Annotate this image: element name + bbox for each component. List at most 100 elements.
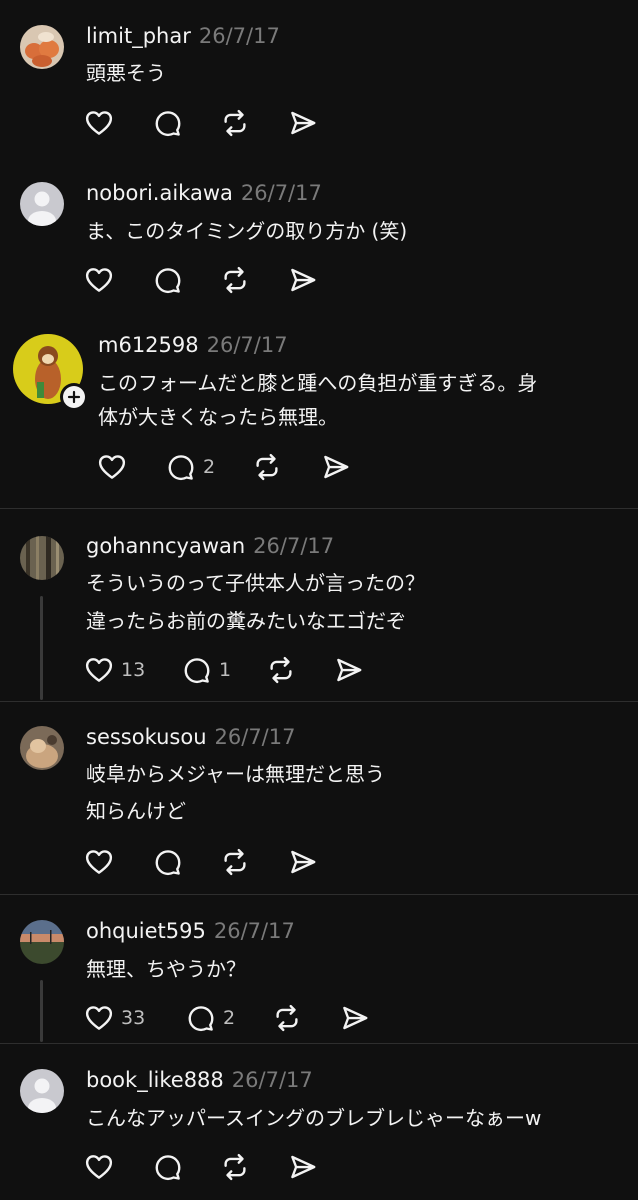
username[interactable]: nobori.aikawa (86, 181, 233, 205)
reply-button[interactable]: 1 (182, 655, 231, 685)
timestamp: 26/7/17 (231, 1068, 313, 1092)
timestamp: 26/7/17 (253, 534, 335, 558)
username[interactable]: gohanncyawan (86, 534, 245, 558)
timestamp: 26/7/17 (214, 725, 296, 749)
thread-line (40, 596, 43, 700)
reply-count: 1 (219, 659, 232, 681)
like-button[interactable] (84, 1152, 114, 1182)
repost-button[interactable] (220, 1152, 250, 1182)
avatar[interactable] (20, 182, 64, 226)
repost-icon (224, 1153, 246, 1181)
repost-icon (224, 266, 246, 294)
repost-button[interactable] (266, 655, 296, 685)
repost-icon (224, 848, 246, 876)
post-header: nobori.aikawa 26/7/17 (86, 179, 322, 207)
repost-icon (224, 109, 246, 137)
plus-icon (63, 386, 85, 408)
divider (0, 894, 638, 895)
username[interactable]: limit_phar (86, 24, 191, 48)
heart-icon (85, 1006, 113, 1030)
share-button[interactable] (288, 1152, 318, 1182)
reply-button[interactable] (153, 847, 183, 877)
like-button[interactable] (97, 452, 127, 482)
post-header: sessokusou 26/7/17 (86, 723, 295, 751)
post-text: 無理、ちやうか？ (86, 957, 246, 981)
comment-icon (184, 658, 210, 684)
post-header: limit_phar 26/7/17 (86, 22, 280, 50)
timestamp: 26/7/17 (206, 333, 288, 357)
like-button[interactable]: 13 (84, 655, 145, 685)
like-button[interactable] (84, 265, 114, 295)
avatar[interactable] (20, 25, 64, 69)
repost-icon (276, 1004, 298, 1032)
avatar[interactable] (20, 920, 64, 964)
like-count: 33 (121, 1007, 146, 1029)
post-header: m612598 26/7/17 (98, 331, 288, 359)
reply-button[interactable]: 2 (186, 1003, 235, 1033)
username[interactable]: sessokusou (86, 725, 207, 749)
avatar[interactable] (20, 726, 64, 770)
repost-icon (270, 656, 292, 684)
comment-icon (168, 455, 194, 481)
reply-button[interactable] (153, 265, 183, 295)
divider (0, 701, 638, 702)
post-text-line: このフォームだと膝と踵への負担が重すぎる。身 (98, 371, 538, 395)
send-icon (337, 658, 362, 682)
post-text: こんなアッパースイングのブレブレじゃーなぁーw (86, 1106, 542, 1130)
share-button[interactable] (334, 655, 364, 685)
like-button[interactable]: 33 (84, 1003, 145, 1033)
post-header: book_like888 26/7/17 (86, 1066, 313, 1094)
heart-icon (85, 268, 113, 292)
reply-count: 2 (203, 456, 216, 478)
timestamp: 26/7/17 (240, 181, 322, 205)
thread-line (40, 980, 43, 1042)
repost-button[interactable] (220, 847, 250, 877)
heart-icon (85, 850, 113, 874)
follow-button[interactable] (60, 383, 88, 411)
repost-button[interactable] (272, 1003, 302, 1033)
share-button[interactable] (288, 847, 318, 877)
like-count: 13 (121, 659, 146, 681)
repost-button[interactable] (220, 108, 250, 138)
post-text: ま、このタイミングの取り方か (笑) (86, 219, 408, 243)
like-button[interactable] (84, 108, 114, 138)
post-text-line: 違ったらお前の糞みたいなエゴだぞ (86, 609, 406, 633)
heart-icon (85, 1155, 113, 1179)
post-header: ohquiet595 26/7/17 (86, 917, 295, 945)
post-text-line: 知らんけど (86, 799, 186, 823)
send-icon (291, 111, 316, 135)
repost-button[interactable] (252, 452, 282, 482)
divider (0, 508, 638, 509)
reply-button[interactable] (153, 108, 183, 138)
reply-button[interactable] (153, 1152, 183, 1182)
username[interactable]: book_like888 (86, 1068, 224, 1092)
send-icon (343, 1006, 368, 1030)
post-header: gohanncyawan 26/7/17 (86, 532, 334, 560)
send-icon (291, 1155, 316, 1179)
share-button[interactable] (321, 452, 351, 482)
divider (0, 1043, 638, 1044)
username[interactable]: m612598 (98, 333, 199, 357)
timestamp: 26/7/17 (213, 919, 295, 943)
share-button[interactable] (340, 1003, 370, 1033)
avatar[interactable] (20, 536, 64, 580)
post-text-line: 岐阜からメジャーは無理だと思う (86, 762, 385, 786)
post-text: 頭悪そう (86, 61, 166, 85)
repost-button[interactable] (220, 265, 250, 295)
comment-icon (155, 850, 181, 876)
share-button[interactable] (288, 265, 318, 295)
heart-icon (85, 658, 113, 682)
like-button[interactable] (84, 847, 114, 877)
post-text-line: 体が大きくなったら無理。 (98, 405, 338, 429)
share-button[interactable] (288, 108, 318, 138)
post-text-line: そういうのって子供本人が言ったの？ (86, 571, 425, 595)
comment-icon (155, 268, 181, 294)
reply-button[interactable]: 2 (166, 452, 215, 482)
heart-icon (98, 455, 126, 479)
comment-icon (155, 1155, 181, 1181)
heart-icon (85, 111, 113, 135)
username[interactable]: ohquiet595 (86, 919, 206, 943)
avatar[interactable] (20, 1069, 64, 1113)
repost-icon (256, 453, 278, 481)
reply-count: 2 (223, 1007, 236, 1029)
